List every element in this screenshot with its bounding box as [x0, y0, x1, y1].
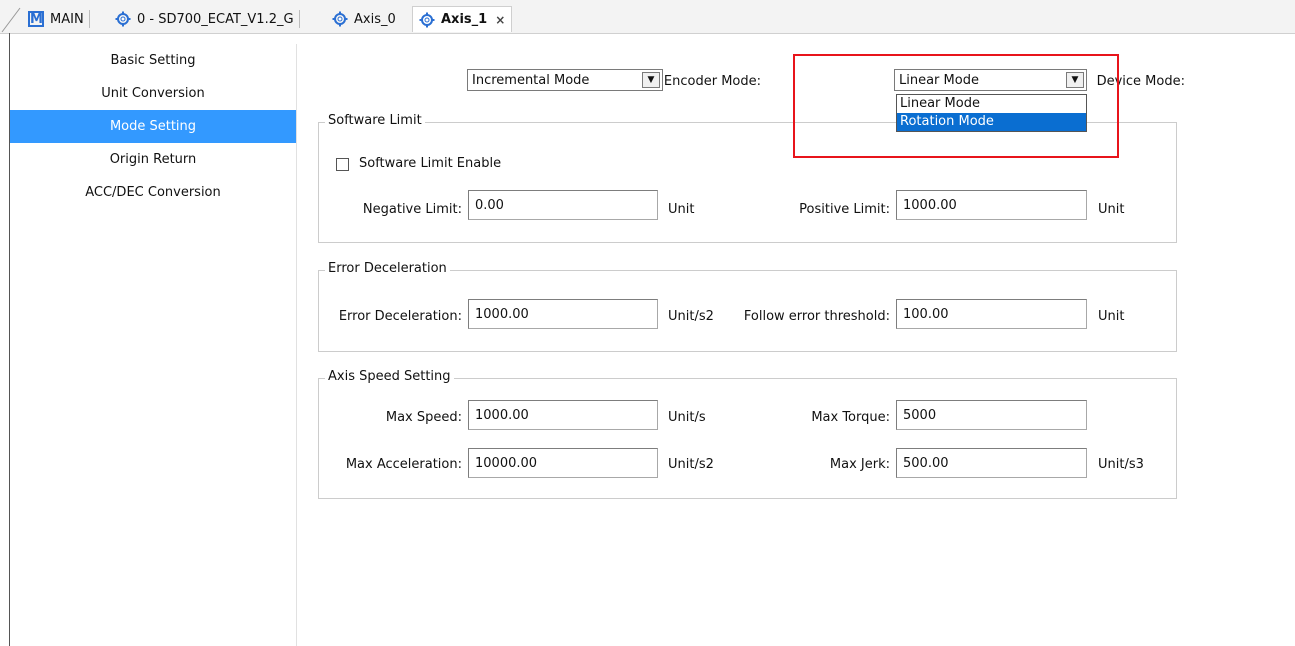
tab-label: Axis_1	[441, 12, 488, 27]
follow-error-threshold-unit: Unit	[1098, 309, 1125, 324]
tab-main[interactable]: M MAIN	[22, 6, 90, 32]
annotation-highlight-box	[793, 54, 1119, 158]
max-acceleration-label: Max Acceleration:	[345, 457, 462, 472]
positive-limit-unit: Unit	[1098, 202, 1125, 217]
error-deceleration-unit: Unit/s2	[668, 309, 714, 324]
software-limit-enable-checkbox[interactable]	[336, 158, 349, 171]
max-jerk-unit: Unit/s3	[1098, 457, 1144, 472]
close-icon[interactable]: ×	[495, 13, 505, 27]
positive-limit-label: Positive Limit:	[799, 202, 890, 217]
tab-axis-0[interactable]: Axis_0	[326, 6, 402, 32]
max-torque-label: Max Torque:	[811, 410, 890, 425]
sidebar-item-origin-return[interactable]: Origin Return	[10, 143, 296, 176]
tab-bar: M MAIN 0 - SD700_ECAT_V1.2_G Axis_0 Axis…	[0, 0, 1295, 34]
sidebar-item-unit-conversion[interactable]: Unit Conversion	[10, 77, 296, 110]
axis-speed-setting-group: Axis Speed Setting	[318, 369, 1177, 499]
encoder-mode-select[interactable]: Incremental Mode ▼	[467, 69, 663, 91]
max-speed-label: Max Speed:	[385, 410, 462, 425]
tab-bar-edge	[1, 7, 21, 33]
m-icon: M	[28, 11, 44, 27]
max-jerk-label: Max Jerk:	[829, 457, 890, 472]
max-speed-input[interactable]	[468, 400, 658, 430]
negative-limit-input[interactable]	[468, 190, 658, 220]
tab-label: Axis_0	[354, 11, 396, 27]
tab-label: MAIN	[50, 11, 84, 27]
software-limit-enable-label: Software Limit Enable	[359, 156, 502, 171]
error-deceleration-label: Error Deceleration:	[338, 309, 462, 324]
error-deceleration-input[interactable]	[468, 299, 658, 329]
negative-limit-unit: Unit	[668, 202, 695, 217]
gear-icon	[332, 11, 348, 27]
software-limit-title: Software Limit	[325, 113, 425, 128]
sidebar: Basic Setting Unit Conversion Mode Setti…	[10, 44, 297, 646]
max-acceleration-unit: Unit/s2	[668, 457, 714, 472]
negative-limit-label: Negative Limit:	[362, 202, 462, 217]
follow-error-threshold-input[interactable]	[896, 299, 1087, 329]
tab-axis-1[interactable]: Axis_1 ×	[412, 6, 513, 32]
tab-label: 0 - SD700_ECAT_V1.2_G	[137, 11, 294, 27]
sidebar-item-basic-setting[interactable]: Basic Setting	[10, 44, 296, 77]
max-torque-input[interactable]	[896, 400, 1087, 430]
encoder-mode-label: Encoder Mode:	[663, 74, 761, 89]
max-jerk-input[interactable]	[896, 448, 1087, 478]
encoder-mode-value: Incremental Mode	[472, 72, 590, 88]
mode-setting-panel: Encoder Mode: Incremental Mode ▼ Device …	[297, 44, 1295, 646]
max-speed-unit: Unit/s	[668, 410, 706, 425]
axis-speed-setting-title: Axis Speed Setting	[325, 369, 454, 384]
max-acceleration-input[interactable]	[468, 448, 658, 478]
gear-icon	[419, 12, 435, 27]
gear-icon	[115, 11, 131, 27]
chevron-down-icon[interactable]: ▼	[642, 72, 660, 88]
sidebar-item-mode-setting[interactable]: Mode Setting	[10, 110, 296, 143]
tab-sd700[interactable]: 0 - SD700_ECAT_V1.2_G	[109, 6, 300, 32]
follow-error-threshold-label: Follow error threshold:	[743, 309, 890, 324]
error-deceleration-title: Error Deceleration	[325, 261, 450, 276]
positive-limit-input[interactable]	[896, 190, 1087, 220]
sidebar-item-acc-dec-conversion[interactable]: ACC/DEC Conversion	[10, 176, 296, 209]
